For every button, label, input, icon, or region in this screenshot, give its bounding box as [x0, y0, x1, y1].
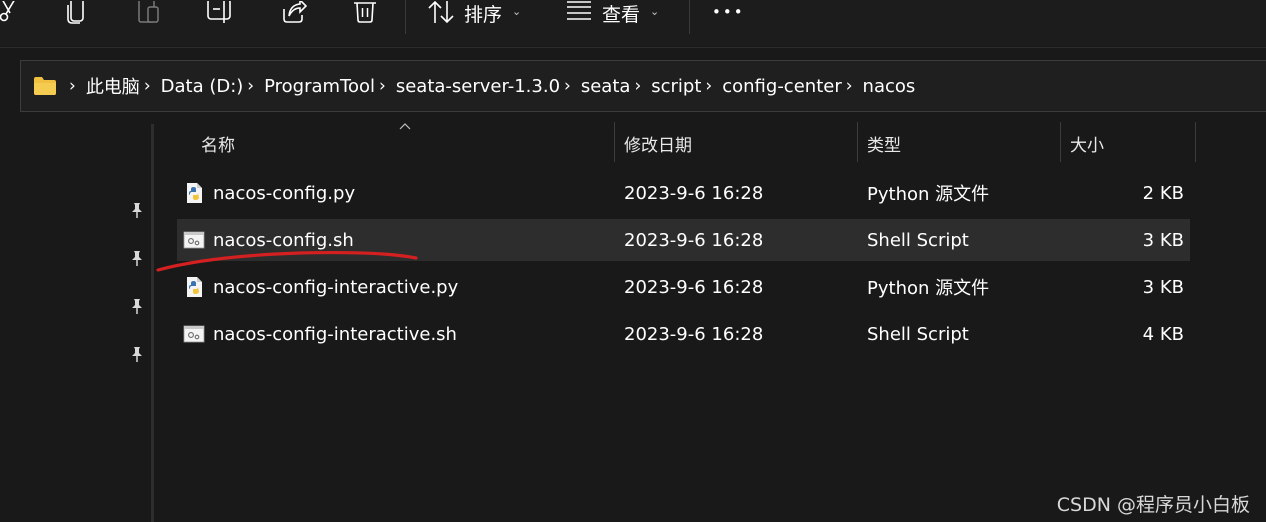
file-type: Shell Script: [867, 323, 969, 345]
toolbar-divider: [0, 47, 1266, 48]
file-modified-date: 2023-9-6 16:28: [624, 182, 764, 204]
share-button[interactable]: [281, 0, 307, 26]
sort-label: 排序: [464, 3, 503, 26]
file-name: nacos-config-interactive.sh: [213, 323, 457, 345]
watermark: CSDN @程序员小白板: [1056, 494, 1250, 516]
navigation-pane: [0, 124, 153, 522]
pin-icon[interactable]: [128, 201, 146, 219]
column-divider[interactable]: [614, 122, 615, 162]
pin-icon[interactable]: [128, 297, 146, 315]
rename-button[interactable]: [207, 0, 235, 26]
delete-button[interactable]: [353, 0, 377, 26]
chevron-right-icon[interactable]: ›: [69, 76, 76, 96]
column-header-name[interactable]: 名称: [201, 122, 235, 164]
view-button[interactable]: 查看 ⌄: [566, 0, 659, 26]
toolbar-separator: [405, 0, 406, 34]
more-options-button[interactable]: •••: [712, 0, 745, 26]
breadcrumb-item[interactable]: seata: [581, 76, 631, 97]
paste-button[interactable]: [137, 0, 161, 26]
folder-icon: [34, 77, 56, 95]
file-modified-date: 2023-9-6 16:28: [624, 276, 764, 298]
file-modified-date: 2023-9-6 16:28: [624, 229, 764, 251]
pin-icon[interactable]: [128, 249, 146, 267]
column-divider[interactable]: [857, 122, 858, 162]
sort-ascending-icon: [399, 123, 411, 130]
more-options-label: •••: [712, 3, 745, 21]
file-modified-date: 2023-9-6 16:28: [624, 323, 764, 345]
chevron-right-icon[interactable]: ›: [705, 76, 712, 96]
toolbar-separator: [689, 0, 690, 34]
paste-icon: [138, 1, 159, 23]
breadcrumb-item[interactable]: script: [651, 76, 701, 97]
file-size: 3 KB: [1142, 276, 1184, 298]
column-divider[interactable]: [1060, 122, 1061, 162]
chevron-right-icon[interactable]: ›: [144, 76, 151, 96]
file-name: nacos-config.py: [213, 182, 356, 204]
breadcrumb: › 此电脑 › Data (D:) › ProgramTool › seata-server-…: [65, 73, 915, 99]
command-bar: 排序 ⌄ 查看 ⌄ •••: [0, 0, 1266, 46]
chevron-right-icon[interactable]: ›: [379, 76, 386, 96]
sort-button[interactable]: 排序 ⌄: [428, 0, 521, 26]
python-file-icon: [187, 277, 202, 297]
breadcrumb-item[interactable]: Data (D:): [161, 76, 244, 97]
rename-icon: [207, 1, 231, 23]
breadcrumb-item[interactable]: seata-server-1.3.0: [396, 76, 560, 97]
trash-icon: [354, 2, 376, 23]
chevron-down-icon: ⌄: [512, 4, 522, 18]
view-label: 查看: [602, 3, 641, 26]
sort-arrows-icon: [428, 1, 454, 24]
copy-button[interactable]: [66, 0, 88, 26]
copy-icon: [67, 1, 84, 24]
file-size: 4 KB: [1142, 323, 1184, 345]
red-underline-annotation: [156, 250, 418, 272]
breadcrumb-item[interactable]: ProgramTool: [264, 76, 375, 97]
shell-script-icon: [183, 325, 205, 343]
breadcrumb-item[interactable]: nacos: [863, 76, 916, 97]
file-row[interactable]: nacos-config-interactive.sh 2023-9-6 16:2…: [177, 313, 1190, 355]
file-type: Python 源文件: [867, 278, 990, 299]
file-explorer-window: 排序 ⌄ 查看 ⌄ ••• › 此电脑 › Data (D:) › ProgramTool…: [0, 0, 1266, 522]
file-size: 3 KB: [1142, 229, 1184, 251]
address-bar[interactable]: › 此电脑 › Data (D:) › ProgramTool › seata-server-…: [20, 60, 1266, 112]
column-header-type[interactable]: 类型: [867, 122, 901, 164]
file-row[interactable]: nacos-config.py 2023-9-6 16:28 Python 源文件 2…: [177, 172, 1190, 214]
python-file-icon: [187, 183, 202, 203]
share-icon: [283, 1, 307, 23]
chevron-down-icon: ⌄: [650, 4, 660, 18]
view-lines-icon: [567, 1, 591, 20]
cut-button[interactable]: [0, 0, 20, 26]
column-header-size[interactable]: 大小: [1070, 122, 1104, 164]
scissors-icon: [0, 1, 15, 22]
chevron-right-icon[interactable]: ›: [846, 76, 853, 96]
file-type: Shell Script: [867, 229, 969, 251]
file-size: 2 KB: [1142, 182, 1184, 204]
pane-divider[interactable]: [151, 124, 154, 522]
column-divider[interactable]: [1195, 122, 1196, 162]
breadcrumb-item[interactable]: 此电脑: [86, 73, 140, 99]
chevron-right-icon[interactable]: ›: [634, 76, 641, 96]
chevron-right-icon[interactable]: ›: [564, 76, 571, 96]
chevron-right-icon[interactable]: ›: [247, 76, 254, 96]
breadcrumb-item[interactable]: config-center: [722, 76, 842, 97]
pin-icon[interactable]: [128, 345, 146, 363]
file-type: Python 源文件: [867, 184, 990, 205]
column-header-modified[interactable]: 修改日期: [624, 122, 692, 164]
